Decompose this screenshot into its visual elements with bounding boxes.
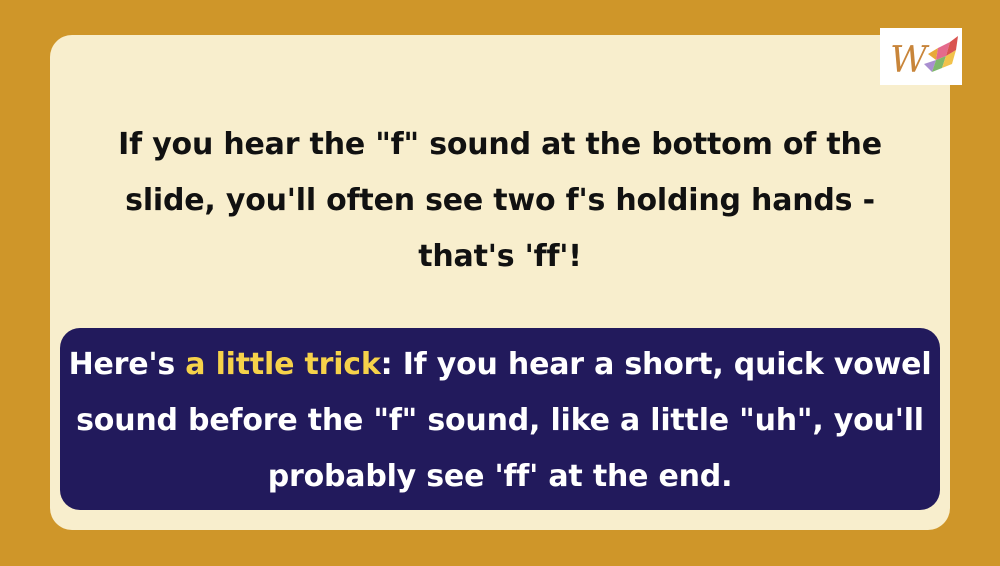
tip-lead: Here's [68,347,186,382]
tip-highlight: a little trick [185,347,381,382]
main-explanation-text: If you hear the "f" sound at the bottom … [118,127,882,274]
content-card: If you hear the "f" sound at the bottom … [50,35,950,530]
tip-box: Here's a little trick: If you hear a sho… [60,328,940,510]
tip-text: Here's a little trick: If you hear a sho… [60,337,940,505]
brand-logo-icon: W [880,28,962,85]
logo-letter: W [890,40,930,81]
